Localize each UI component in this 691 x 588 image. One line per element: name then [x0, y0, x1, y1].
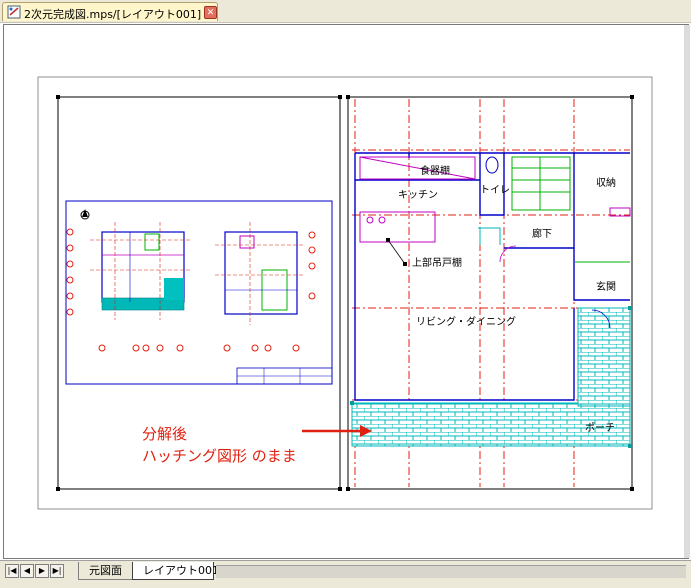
sheet-tab-bar: |◀ ◀ ▶ ▶| 元図面 レイアウト001	[0, 560, 691, 588]
label-hallway: 廊下	[532, 227, 552, 240]
first-sheet-icon[interactable]: |◀	[5, 564, 19, 578]
annotation-line-2: ハッチング図形 のまま	[142, 447, 297, 465]
prev-sheet-icon[interactable]: ◀	[20, 564, 34, 578]
next-sheet-icon[interactable]: ▶	[35, 564, 49, 578]
entrance-hatching	[577, 307, 631, 407]
label-porch: ポーチ	[585, 422, 615, 434]
label-kitchen: キッチン	[398, 189, 438, 201]
label-entrance: 玄関	[596, 280, 616, 293]
stairs	[511, 156, 630, 263]
annotation-arrow-icon	[302, 425, 372, 437]
mini-floor-plan-1	[66, 222, 190, 352]
label-living: リビング・ダイニング	[416, 315, 516, 328]
label-wall-cupboard: 上部吊戸棚	[412, 256, 462, 269]
layout-sheet: 食器棚 キッチン トイレ 収納 廊下 上部吊戸棚 玄関 リビング・ダイニング ポ…	[37, 76, 653, 510]
tab-original-drawing[interactable]: 元図面	[78, 562, 138, 580]
horizontal-scrollbar[interactable]	[216, 565, 686, 578]
label-storage: 収納	[596, 176, 616, 189]
mini-floor-plan-2	[215, 222, 316, 352]
toilet-fixture	[485, 156, 499, 174]
left-viewport[interactable]	[56, 95, 342, 491]
mini-drawing-frame	[65, 200, 333, 385]
last-sheet-icon[interactable]: ▶|	[50, 564, 64, 578]
tab-layout001[interactable]: レイアウト001	[132, 562, 219, 580]
label-shelf: 食器棚	[420, 164, 450, 177]
annotation-line-1: 分解後	[142, 425, 188, 443]
label-toilet: トイレ	[480, 185, 510, 196]
